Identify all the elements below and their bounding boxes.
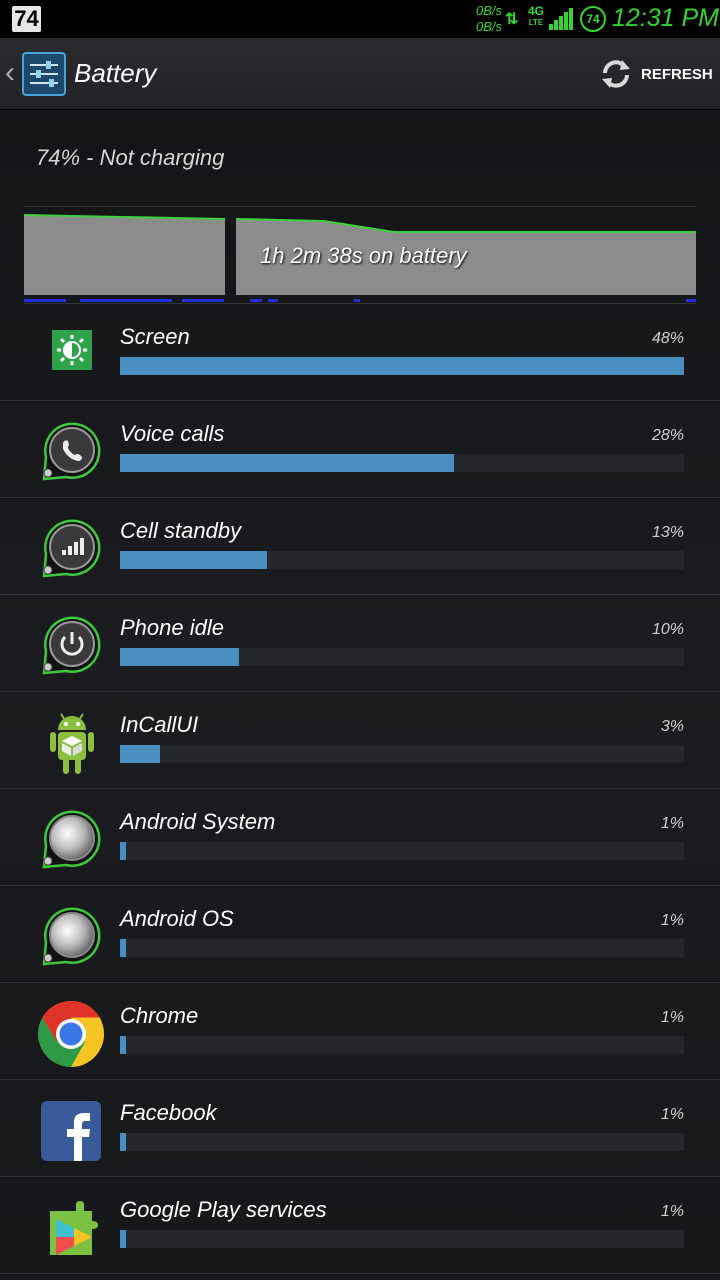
usage-bar bbox=[120, 745, 684, 763]
play-services-icon bbox=[36, 1193, 106, 1263]
battery-status-text: 74% - Not charging bbox=[36, 145, 225, 170]
usage-bar bbox=[120, 1036, 684, 1054]
item-percent: 1% bbox=[660, 912, 684, 929]
refresh-label: REFRESH bbox=[641, 66, 713, 83]
settings-app-icon[interactable] bbox=[22, 52, 66, 96]
signal-bars-icon bbox=[36, 514, 106, 584]
usage-bar bbox=[120, 551, 684, 569]
brightness-icon bbox=[36, 320, 106, 390]
item-name: Android OS bbox=[120, 906, 234, 931]
item-name: Google Play services bbox=[120, 1197, 327, 1222]
usage-bar-fill bbox=[120, 1133, 127, 1151]
usage-bar bbox=[120, 1230, 684, 1248]
list-item[interactable]: Voice calls 28% bbox=[0, 401, 720, 498]
item-percent: 1% bbox=[660, 1106, 684, 1123]
item-percent: 1% bbox=[660, 815, 684, 832]
clock: 12:31 PM bbox=[612, 4, 720, 32]
usage-bar bbox=[120, 454, 684, 472]
usage-bar bbox=[120, 842, 684, 860]
download-speed: 0B/s bbox=[475, 19, 502, 34]
facebook-icon bbox=[36, 1096, 106, 1166]
item-name: Voice calls bbox=[120, 421, 225, 446]
item-percent: 48% bbox=[651, 330, 684, 347]
item-percent: 13% bbox=[651, 524, 684, 541]
list-item[interactable]: Cell standby 13% bbox=[0, 498, 720, 595]
usage-bar bbox=[120, 648, 684, 666]
notification-badge: 74 bbox=[12, 6, 41, 32]
power-icon bbox=[36, 611, 106, 681]
usage-bar bbox=[120, 357, 684, 375]
usage-bar bbox=[120, 939, 684, 957]
page-title: Battery bbox=[74, 58, 157, 88]
item-name: Chrome bbox=[120, 1003, 199, 1028]
usage-bar-fill bbox=[120, 357, 684, 375]
phone-call-icon bbox=[36, 417, 106, 487]
usage-bar-fill bbox=[120, 648, 239, 666]
metal-disc-icon bbox=[36, 902, 106, 972]
item-percent: 3% bbox=[660, 718, 684, 735]
battery-usage-list: Screen 48% Voice calls 28% Cell standby … bbox=[0, 304, 720, 1274]
item-percent: 10% bbox=[651, 621, 684, 638]
chrome-icon bbox=[36, 999, 106, 1069]
network-type-label: 4G bbox=[528, 4, 545, 18]
status-bar: 74 0B/s 0B/s ⇅ 4G LTE 74 12:31 PM bbox=[0, 0, 720, 38]
item-name: Phone idle bbox=[120, 615, 224, 640]
usage-bar-fill bbox=[120, 1036, 127, 1054]
battery-icon: 74 bbox=[580, 6, 606, 32]
list-item[interactable]: Android OS 1% bbox=[0, 886, 720, 983]
network-speed: 0B/s 0B/s bbox=[466, 3, 502, 35]
item-name: Facebook bbox=[120, 1100, 217, 1125]
list-item[interactable]: Phone idle 10% bbox=[0, 595, 720, 692]
metal-disc-icon bbox=[36, 805, 106, 875]
usage-bar-fill bbox=[120, 939, 127, 957]
network-type: 4G LTE bbox=[528, 5, 544, 29]
signal-icon bbox=[549, 8, 573, 30]
list-item[interactable]: Google Play services 1% bbox=[0, 1177, 720, 1274]
data-activity-icon: ⇅ bbox=[505, 11, 519, 28]
list-item[interactable]: Chrome 1% bbox=[0, 983, 720, 1080]
refresh-button[interactable]: REFRESH bbox=[598, 54, 713, 94]
list-item[interactable]: Facebook 1% bbox=[0, 1080, 720, 1177]
item-name: Android System bbox=[120, 809, 276, 834]
item-name: Screen bbox=[120, 324, 190, 349]
item-percent: 1% bbox=[660, 1203, 684, 1220]
item-percent: 1% bbox=[660, 1009, 684, 1026]
usage-bar bbox=[120, 1133, 684, 1151]
usage-bar-fill bbox=[120, 454, 455, 472]
upload-speed: 0B/s bbox=[475, 3, 502, 18]
android-robot-icon bbox=[36, 708, 106, 778]
item-name: InCallUI bbox=[120, 712, 199, 737]
network-subtype-label: LTE bbox=[528, 18, 544, 27]
list-item[interactable]: Screen 48% bbox=[0, 304, 720, 401]
usage-bar-fill bbox=[120, 745, 161, 763]
usage-bar-fill bbox=[120, 842, 127, 860]
refresh-icon bbox=[602, 60, 630, 88]
usage-bar-fill bbox=[120, 551, 268, 569]
up-caret-icon[interactable]: ‹ bbox=[5, 56, 15, 90]
battery-duration: 1h 2m 38s on battery bbox=[260, 243, 467, 268]
list-item[interactable]: Android System 1% bbox=[0, 789, 720, 886]
action-bar: ‹ Battery REFRESH bbox=[0, 38, 720, 110]
sliders-icon bbox=[30, 61, 58, 87]
battery-history-graph[interactable]: 1h 2m 38s on battery bbox=[24, 206, 696, 304]
item-percent: 28% bbox=[651, 427, 684, 444]
list-item[interactable]: InCallUI 3% bbox=[0, 692, 720, 789]
item-name: Cell standby bbox=[120, 518, 242, 543]
usage-bar-fill bbox=[120, 1230, 127, 1248]
